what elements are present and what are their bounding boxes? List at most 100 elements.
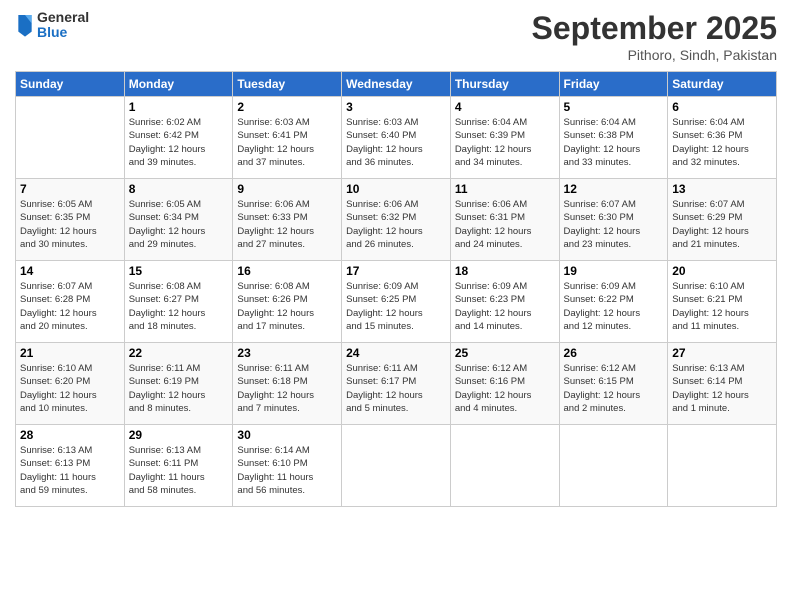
day-info: Sunrise: 6:06 AM Sunset: 6:31 PM Dayligh… [455,198,555,251]
logo-icon [15,11,35,39]
day-info: Sunrise: 6:13 AM Sunset: 6:13 PM Dayligh… [20,444,120,497]
logo-general: General [37,10,89,25]
day-info: Sunrise: 6:03 AM Sunset: 6:41 PM Dayligh… [237,116,337,169]
calendar-cell-w3-d6: 20 Sunrise: 6:10 AM Sunset: 6:21 PM Dayli… [668,261,777,343]
calendar-cell-w5-d3 [342,425,451,507]
calendar-cell-w1-d4: 4Sunrise: 6:04 AM Sunset: 6:39 PM Daylig… [450,97,559,179]
calendar-cell-w3-d5: 19Sunrise: 6:09 AM Sunset: 6:22 PM Dayli… [559,261,668,343]
logo: General Blue [15,10,89,41]
calendar-cell-w2-d0: 7 Sunrise: 6:05 AM Sunset: 6:35 PM Daylig… [16,179,125,261]
month-title: September 2025 [532,10,777,47]
calendar-cell-w1-d2: 2Sunrise: 6:03 AM Sunset: 6:41 PM Daylig… [233,97,342,179]
day-info: Sunrise: 6:02 AM Sunset: 6:42 PM Dayligh… [129,116,229,169]
day-info: Sunrise: 6:13 AM Sunset: 6:11 PM Dayligh… [129,444,229,497]
day-number: 19 [564,264,664,278]
day-number: 21 [20,346,120,360]
day-info: Sunrise: 6:13 AM Sunset: 6:14 PM Dayligh… [672,362,772,415]
day-info: Sunrise: 6:14 AM Sunset: 6:10 PM Dayligh… [237,444,337,497]
calendar-cell-w1-d0 [16,97,125,179]
calendar-week-4: 21 Sunrise: 6:10 AM Sunset: 6:20 PM Dayli… [16,343,777,425]
calendar-cell-w1-d5: 5Sunrise: 6:04 AM Sunset: 6:38 PM Daylig… [559,97,668,179]
day-number: 13 [672,182,772,196]
calendar-cell-w3-d0: 14Sunrise: 6:07 AM Sunset: 6:28 PM Dayli… [16,261,125,343]
calendar-week-3: 14Sunrise: 6:07 AM Sunset: 6:28 PM Dayli… [16,261,777,343]
day-number: 8 [129,182,229,196]
calendar-header-row: Sunday Monday Tuesday Wednesday Thursday… [16,72,777,97]
calendar-week-2: 7 Sunrise: 6:05 AM Sunset: 6:35 PM Daylig… [16,179,777,261]
day-info: Sunrise: 6:12 AM Sunset: 6:16 PM Dayligh… [455,362,555,415]
col-friday: Friday [559,72,668,97]
day-number: 23 [237,346,337,360]
page-header: General Blue September 2025 Pithoro, Sin… [15,10,777,63]
col-wednesday: Wednesday [342,72,451,97]
day-number: 27 [672,346,772,360]
day-info: Sunrise: 6:04 AM Sunset: 6:36 PM Dayligh… [672,116,772,169]
day-info: Sunrise: 6:05 AM Sunset: 6:34 PM Dayligh… [129,198,229,251]
day-number: 25 [455,346,555,360]
calendar-week-5: 28 Sunrise: 6:13 AM Sunset: 6:13 PM Dayli… [16,425,777,507]
col-monday: Monday [124,72,233,97]
day-info: Sunrise: 6:03 AM Sunset: 6:40 PM Dayligh… [346,116,446,169]
calendar-cell-w4-d0: 21 Sunrise: 6:10 AM Sunset: 6:20 PM Dayli… [16,343,125,425]
day-info: Sunrise: 6:06 AM Sunset: 6:33 PM Dayligh… [237,198,337,251]
day-info: Sunrise: 6:05 AM Sunset: 6:35 PM Dayligh… [20,198,120,251]
day-info: Sunrise: 6:11 AM Sunset: 6:19 PM Dayligh… [129,362,229,415]
calendar-cell-w1-d3: 3 Sunrise: 6:03 AM Sunset: 6:40 PM Daylig… [342,97,451,179]
calendar-cell-w1-d6: 6 Sunrise: 6:04 AM Sunset: 6:36 PM Daylig… [668,97,777,179]
calendar-cell-w5-d5 [559,425,668,507]
day-info: Sunrise: 6:12 AM Sunset: 6:15 PM Dayligh… [564,362,664,415]
day-number: 15 [129,264,229,278]
day-number: 1 [129,100,229,114]
location-subtitle: Pithoro, Sindh, Pakistan [532,47,777,63]
col-saturday: Saturday [668,72,777,97]
day-info: Sunrise: 6:09 AM Sunset: 6:23 PM Dayligh… [455,280,555,333]
day-info: Sunrise: 6:08 AM Sunset: 6:27 PM Dayligh… [129,280,229,333]
day-number: 24 [346,346,446,360]
day-info: Sunrise: 6:07 AM Sunset: 6:29 PM Dayligh… [672,198,772,251]
day-number: 10 [346,182,446,196]
day-info: Sunrise: 6:11 AM Sunset: 6:17 PM Dayligh… [346,362,446,415]
calendar-cell-w5-d6 [668,425,777,507]
calendar-cell-w2-d2: 9 Sunrise: 6:06 AM Sunset: 6:33 PM Daylig… [233,179,342,261]
calendar-cell-w5-d0: 28 Sunrise: 6:13 AM Sunset: 6:13 PM Dayli… [16,425,125,507]
calendar-cell-w2-d1: 8 Sunrise: 6:05 AM Sunset: 6:34 PM Daylig… [124,179,233,261]
day-number: 30 [237,428,337,442]
day-number: 4 [455,100,555,114]
logo-blue: Blue [37,25,89,40]
day-number: 20 [672,264,772,278]
calendar-cell-w2-d4: 11 Sunrise: 6:06 AM Sunset: 6:31 PM Dayli… [450,179,559,261]
calendar-cell-w2-d3: 10 Sunrise: 6:06 AM Sunset: 6:32 PM Dayli… [342,179,451,261]
day-number: 29 [129,428,229,442]
day-number: 17 [346,264,446,278]
day-info: Sunrise: 6:11 AM Sunset: 6:18 PM Dayligh… [237,362,337,415]
day-number: 18 [455,264,555,278]
calendar-cell-w3-d3: 17 Sunrise: 6:09 AM Sunset: 6:25 PM Dayli… [342,261,451,343]
day-number: 6 [672,100,772,114]
day-number: 28 [20,428,120,442]
calendar-cell-w4-d2: 23 Sunrise: 6:11 AM Sunset: 6:18 PM Dayli… [233,343,342,425]
col-sunday: Sunday [16,72,125,97]
calendar-cell-w3-d4: 18 Sunrise: 6:09 AM Sunset: 6:23 PM Dayli… [450,261,559,343]
calendar-table: Sunday Monday Tuesday Wednesday Thursday… [15,71,777,507]
col-thursday: Thursday [450,72,559,97]
calendar-cell-w3-d2: 16Sunrise: 6:08 AM Sunset: 6:26 PM Dayli… [233,261,342,343]
day-number: 22 [129,346,229,360]
day-number: 7 [20,182,120,196]
day-number: 11 [455,182,555,196]
day-info: Sunrise: 6:07 AM Sunset: 6:28 PM Dayligh… [20,280,120,333]
calendar-cell-w4-d5: 26 Sunrise: 6:12 AM Sunset: 6:15 PM Dayli… [559,343,668,425]
day-info: Sunrise: 6:10 AM Sunset: 6:21 PM Dayligh… [672,280,772,333]
day-info: Sunrise: 6:06 AM Sunset: 6:32 PM Dayligh… [346,198,446,251]
day-number: 12 [564,182,664,196]
day-number: 3 [346,100,446,114]
day-info: Sunrise: 6:10 AM Sunset: 6:20 PM Dayligh… [20,362,120,415]
calendar-cell-w5-d1: 29 Sunrise: 6:13 AM Sunset: 6:11 PM Dayli… [124,425,233,507]
day-number: 5 [564,100,664,114]
calendar-cell-w4-d1: 22 Sunrise: 6:11 AM Sunset: 6:19 PM Dayli… [124,343,233,425]
day-info: Sunrise: 6:09 AM Sunset: 6:25 PM Dayligh… [346,280,446,333]
day-number: 9 [237,182,337,196]
day-info: Sunrise: 6:07 AM Sunset: 6:30 PM Dayligh… [564,198,664,251]
calendar-cell-w3-d1: 15 Sunrise: 6:08 AM Sunset: 6:27 PM Dayli… [124,261,233,343]
day-number: 26 [564,346,664,360]
calendar-cell-w4-d3: 24 Sunrise: 6:11 AM Sunset: 6:17 PM Dayli… [342,343,451,425]
